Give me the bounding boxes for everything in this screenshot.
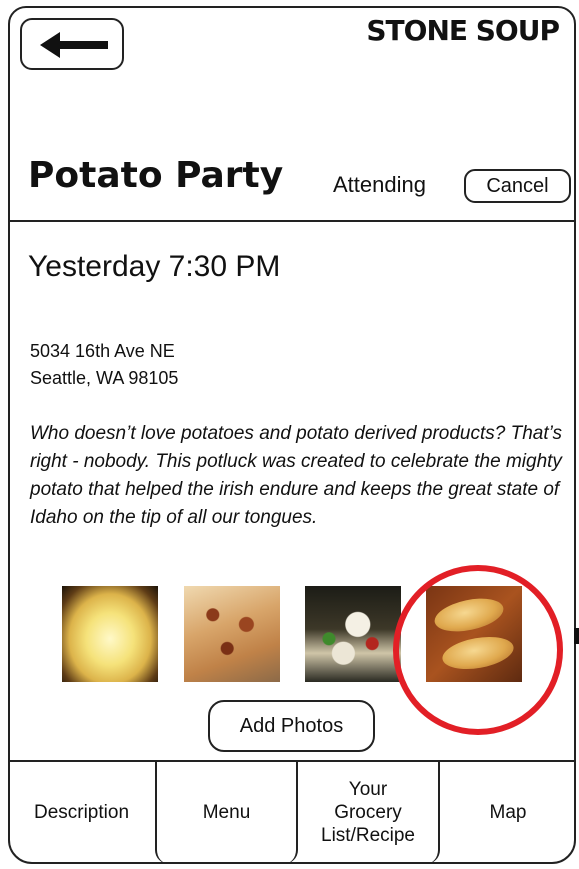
- tab-label: Map: [489, 801, 527, 823]
- tab-description[interactable]: Description: [8, 760, 155, 864]
- tab-label: Your Grocery List/Recipe: [321, 778, 415, 846]
- photo-thumbnail[interactable]: [305, 586, 401, 682]
- photo-thumbnail[interactable]: [62, 586, 158, 682]
- tab-map[interactable]: Map: [440, 760, 576, 864]
- header-divider: [8, 220, 576, 222]
- tab-label: Menu: [202, 801, 251, 823]
- address-line-1: 5034 16th Ave NE: [30, 341, 175, 361]
- tab-menu[interactable]: Menu: [155, 760, 298, 864]
- back-button[interactable]: [20, 18, 124, 70]
- address-line-2: Seattle, WA 98105: [30, 368, 179, 388]
- scroll-indicator: [574, 628, 579, 644]
- tab-label: Description: [33, 801, 130, 823]
- highlight-circle: [393, 565, 563, 735]
- attendance-status: Attending: [333, 172, 426, 197]
- brand-logo: STONE SOUP: [366, 14, 560, 47]
- photo-thumbnail[interactable]: [184, 586, 280, 682]
- event-description: Who doesn’t love potatoes and potato der…: [30, 423, 562, 528]
- event-datetime: Yesterday 7:30 PM: [28, 250, 281, 283]
- event-address: 5034 16th Ave NE Seattle, WA 98105: [30, 338, 178, 392]
- tab-grocery-list[interactable]: Your Grocery List/Recipe: [298, 760, 440, 864]
- left-arrow-icon: [40, 32, 108, 58]
- cancel-button[interactable]: Cancel: [464, 169, 571, 203]
- event-title: Potato Party: [28, 155, 284, 196]
- add-photos-button[interactable]: Add Photos: [208, 700, 375, 752]
